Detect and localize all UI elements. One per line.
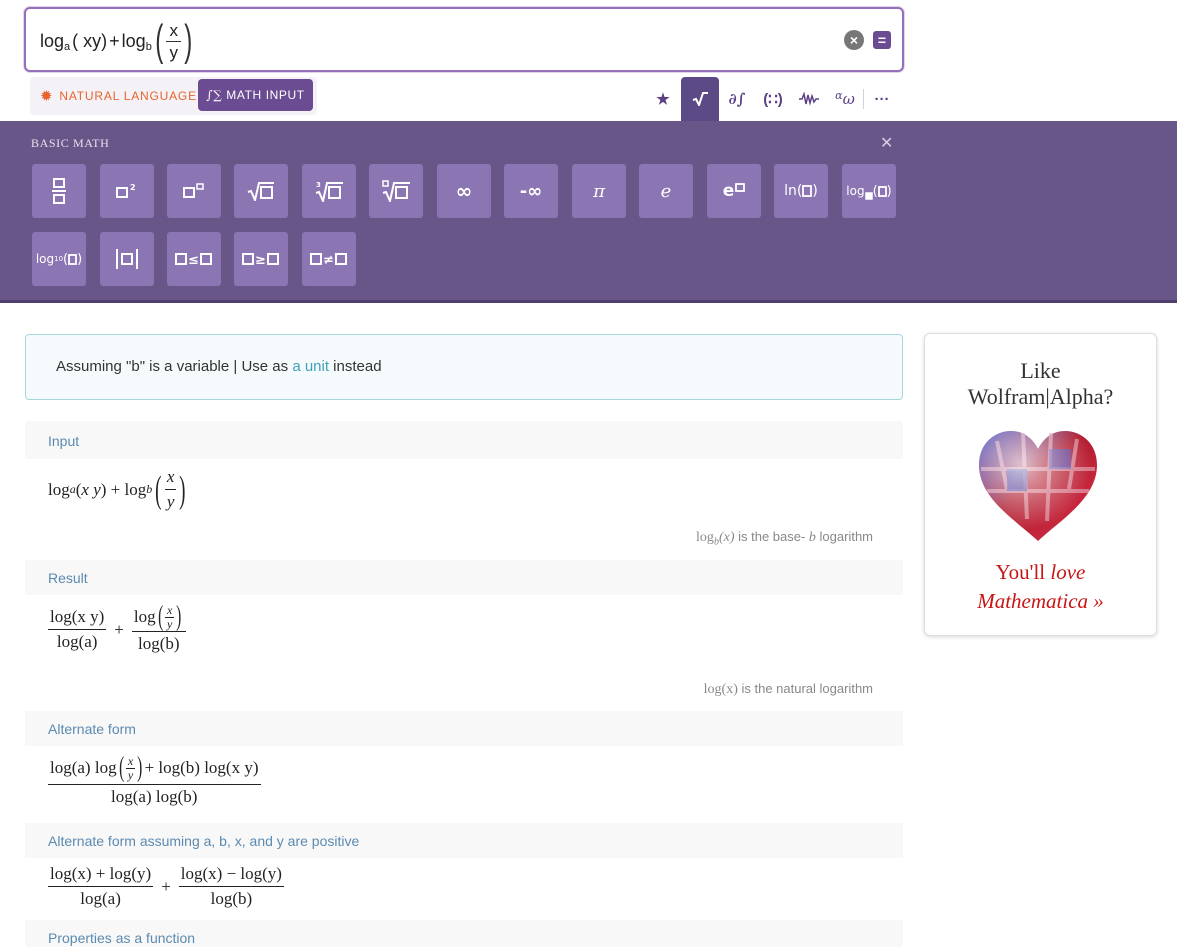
svg-text:2: 2 bbox=[130, 183, 136, 192]
square-template-button[interactable]: 2 bbox=[100, 164, 154, 218]
matrix-icon[interactable]: (∷) bbox=[755, 77, 791, 121]
exp-e-label: e bbox=[722, 181, 735, 201]
math-input-tab[interactable]: ∫∑ MATH INPUT bbox=[198, 79, 313, 111]
calculus-icon[interactable]: ∂∫ bbox=[719, 77, 755, 121]
ad-title-line2: Wolfram|Alpha? bbox=[967, 384, 1114, 409]
query-expression[interactable]: log a ( xy) + log b ( x y ) bbox=[40, 17, 196, 65]
compute-button[interactable]: = bbox=[873, 31, 891, 49]
abs-template-button[interactable] bbox=[100, 232, 154, 286]
alternate-form-title: Alternate form bbox=[48, 721, 136, 737]
less-equal-template-button[interactable]: ≤ bbox=[167, 232, 221, 286]
negative-infinity-button[interactable]: -∞ bbox=[504, 164, 558, 218]
not-equal-template-button[interactable]: ≠ bbox=[302, 232, 356, 286]
e-button[interactable]: e bbox=[639, 164, 693, 218]
query-input-box[interactable]: log a ( xy) + log b ( x y ) × = bbox=[24, 7, 904, 72]
alternate-form-body: log(a) log(x y) + log(b) log(x y) log(a) lo… bbox=[25, 746, 903, 823]
assumption-banner: Assuming "b" is a variable | Use as a un… bbox=[25, 334, 903, 400]
palette-tabs: ★ ∂∫ (∷) αω ··· bbox=[645, 77, 900, 121]
basic-math-palette: BASIC MATH ✕ 2 3 ∞ -∞ π e e ln() log (… bbox=[0, 121, 1177, 303]
ad-cta-line1: You'll bbox=[995, 560, 1051, 584]
svg-text:≤: ≤ bbox=[188, 253, 199, 266]
log-b-subscript: b bbox=[145, 41, 152, 53]
svg-text:≥: ≥ bbox=[255, 253, 266, 266]
palette-title: BASIC MATH bbox=[31, 136, 110, 150]
input-fraction: x y bbox=[166, 20, 181, 63]
neg-infinity-label: -∞ bbox=[519, 180, 543, 202]
input-mode-toggle: ✹ NATURAL LANGUAGE ∫∑ MATH INPUT bbox=[30, 77, 317, 115]
sqrt-template-button[interactable] bbox=[234, 164, 288, 218]
greek-letters-icon[interactable]: αω bbox=[827, 77, 863, 121]
pi-label: π bbox=[593, 180, 605, 202]
infinity-button[interactable]: ∞ bbox=[437, 164, 491, 218]
input-interpretation: log a (x y) + log b ( xy ) bbox=[48, 467, 186, 511]
log-a-prefix: log bbox=[40, 30, 65, 51]
assumption-suffix: instead bbox=[329, 358, 382, 375]
ad-cta-love: love bbox=[1050, 560, 1086, 584]
cube-root-template-button[interactable]: 3 bbox=[302, 164, 356, 218]
mathematica-ad[interactable]: Like Wolfram|Alpha? You'll love Mathemat… bbox=[924, 333, 1157, 636]
favorites-star-icon[interactable]: ★ bbox=[645, 77, 681, 121]
log10-subscript: 10 bbox=[54, 255, 64, 263]
more-icon[interactable]: ··· bbox=[864, 77, 900, 121]
log-label: log bbox=[846, 184, 865, 198]
basic-math-sqrt-icon[interactable] bbox=[681, 77, 719, 121]
ad-title: Like Wolfram|Alpha? bbox=[925, 358, 1156, 410]
nth-root-template-button[interactable] bbox=[369, 164, 423, 218]
fraction-numerator: x bbox=[166, 20, 181, 42]
use-as-unit-link[interactable]: a unit bbox=[292, 358, 329, 375]
plus-sign: + bbox=[109, 30, 120, 51]
result-expression: log(x y) log(a) + log(x y) log(b) bbox=[48, 603, 186, 656]
math-input-icon: ∫∑ bbox=[206, 88, 223, 102]
log10-close-paren: ) bbox=[77, 251, 83, 267]
log-a-argument: ( xy) bbox=[72, 30, 108, 51]
log10-template-button[interactable]: log 10 ( ) bbox=[32, 232, 86, 286]
ad-cta[interactable]: You'll love Mathematica » bbox=[925, 558, 1156, 616]
alternate-form-expression: log(a) log(x y) + log(b) log(x y) log(a) lo… bbox=[48, 752, 261, 806]
pi-button[interactable]: π bbox=[572, 164, 626, 218]
math-input-label: MATH INPUT bbox=[226, 88, 305, 102]
infinity-label: ∞ bbox=[455, 179, 473, 203]
svg-text:≠: ≠ bbox=[323, 253, 334, 266]
results-pods: Input log a (x y) + log b ( xy ) logb(x) is… bbox=[25, 421, 903, 947]
power-template-button[interactable] bbox=[167, 164, 221, 218]
result-pod-title: Result bbox=[48, 570, 88, 586]
ad-title-line1: Like bbox=[1020, 358, 1061, 383]
waveform-icon[interactable] bbox=[791, 77, 827, 121]
input-pod-body: log a (x y) + log b ( xy ) logb(x) is the b… bbox=[25, 459, 903, 560]
log-a-subscript: a bbox=[64, 41, 71, 53]
alternate-positive-expression: log(x) + log(y) log(a) + log(x) − log(y) l… bbox=[48, 864, 284, 908]
properties-pod-title: Properties as a function bbox=[48, 930, 196, 946]
left-paren: ( bbox=[155, 16, 164, 65]
right-paren: ) bbox=[184, 16, 193, 65]
log-b-prefix: log bbox=[121, 30, 146, 51]
input-pod-title: Input bbox=[48, 433, 80, 449]
ln-label: ln( bbox=[784, 183, 803, 199]
alternate-positive-body: log(x) + log(y) log(a) + log(x) − log(y) l… bbox=[25, 858, 903, 920]
ln-template-button[interactable]: ln( ) bbox=[774, 164, 828, 218]
log-base-note: logb(x) is the base- b logarithm bbox=[696, 529, 873, 548]
spikey-heart-icon bbox=[979, 431, 1097, 541]
fraction-template-button[interactable] bbox=[32, 164, 86, 218]
ad-cta-line2: Mathematica » bbox=[977, 589, 1104, 613]
palette-close-icon[interactable]: ✕ bbox=[880, 133, 893, 153]
natural-language-label: NATURAL LANGUAGE bbox=[59, 89, 197, 103]
natural-log-note: log(x) is the natural logarithm bbox=[703, 681, 873, 697]
e-label: e bbox=[660, 180, 672, 202]
fraction-denominator: y bbox=[169, 42, 178, 62]
alternate-positive-title: Alternate form assuming a, b, x, and y a… bbox=[48, 833, 360, 849]
assumption-text: Assuming "b" is a variable | Use as bbox=[56, 358, 293, 375]
log-close-paren: ) bbox=[886, 183, 892, 199]
log10-label: log bbox=[35, 252, 55, 266]
exp-template-button[interactable]: e bbox=[707, 164, 761, 218]
clear-input-icon[interactable]: × bbox=[844, 30, 864, 50]
wolfram-star-icon: ✹ bbox=[40, 88, 54, 105]
natural-language-tab[interactable]: ✹ NATURAL LANGUAGE bbox=[40, 87, 197, 105]
greater-equal-template-button[interactable]: ≥ bbox=[234, 232, 288, 286]
ln-close-label: ) bbox=[812, 183, 818, 199]
result-pod-body: log(x y) log(a) + log(x y) log(b) log(x) is… bbox=[25, 595, 903, 711]
svg-text:3: 3 bbox=[316, 181, 321, 189]
log-base-template-button[interactable]: log ( ) bbox=[842, 164, 896, 218]
